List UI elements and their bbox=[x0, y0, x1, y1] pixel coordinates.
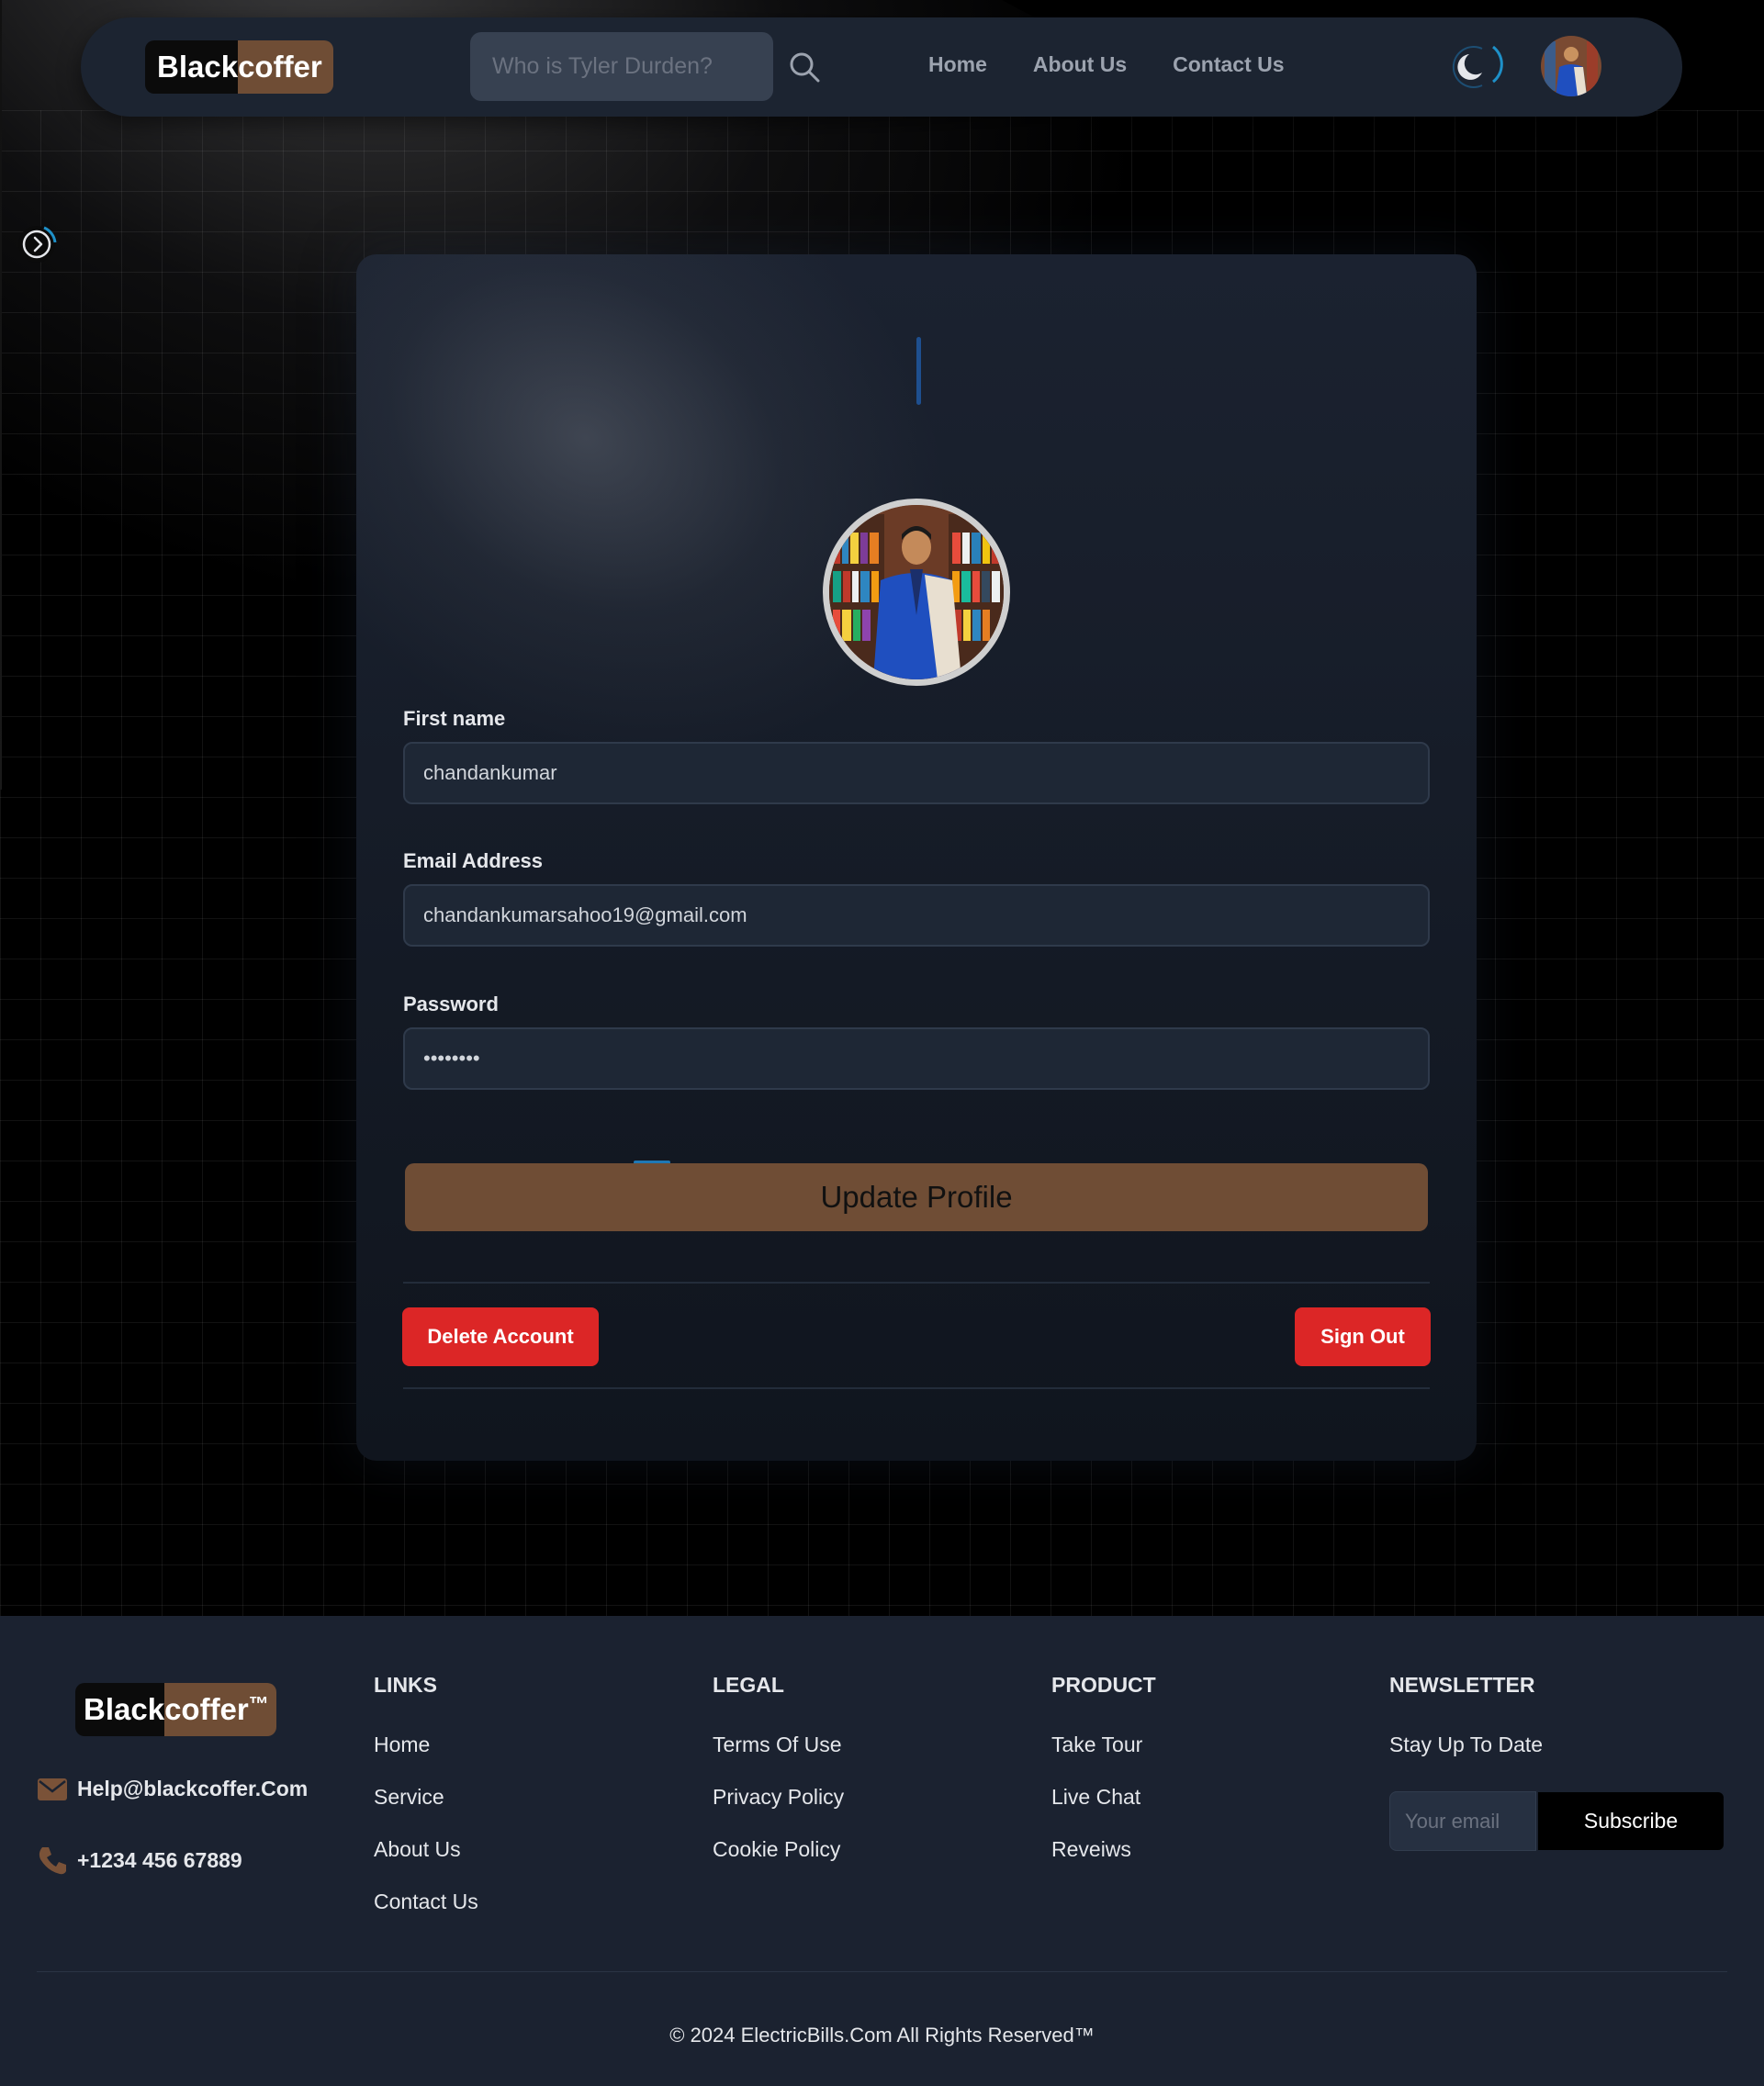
mail-icon bbox=[38, 1778, 67, 1800]
footer-logo-part2: coffer ™ bbox=[164, 1683, 276, 1736]
left-edge-bar bbox=[0, 0, 2, 790]
user-avatar[interactable] bbox=[1541, 36, 1601, 96]
phone-icon bbox=[39, 1847, 66, 1875]
password-label: Password bbox=[403, 993, 499, 1015]
nav-link-home[interactable]: Home bbox=[928, 52, 987, 77]
search-bar bbox=[470, 32, 820, 101]
profile-picture[interactable] bbox=[823, 499, 1010, 686]
email-label: Email Address bbox=[403, 849, 544, 872]
footer-divider bbox=[37, 1971, 1727, 1972]
footer-col-title: PRODUCT bbox=[1051, 1673, 1156, 1697]
nav-link-contact[interactable]: Contact Us bbox=[1173, 52, 1284, 77]
footer: Black coffer ™ Help@blackcoffer.Com +1234… bbox=[0, 1616, 1764, 2086]
footer-email: Help@blackcoffer.Com bbox=[77, 1777, 309, 1800]
footer-link-terms[interactable]: Terms Of Use bbox=[713, 1733, 844, 1785]
footer-link-home[interactable]: Home bbox=[374, 1733, 478, 1785]
theme-toggle[interactable] bbox=[1445, 41, 1506, 93]
nav-link-about[interactable]: About Us bbox=[1033, 52, 1127, 77]
newsletter-email-input[interactable] bbox=[1389, 1791, 1536, 1851]
footer-logo-part1: Black bbox=[75, 1683, 165, 1736]
brand-logo-part2: coffer bbox=[238, 40, 333, 94]
footer-link-chat[interactable]: Live Chat bbox=[1051, 1785, 1156, 1837]
search-input[interactable] bbox=[492, 53, 788, 80]
sidebar-toggle-button[interactable] bbox=[17, 222, 61, 266]
divider-bottom bbox=[403, 1387, 1430, 1389]
first-name-label: First name bbox=[403, 707, 506, 730]
footer-link-tour[interactable]: Take Tour bbox=[1051, 1733, 1156, 1785]
update-profile-button[interactable]: Update Profile bbox=[405, 1163, 1428, 1231]
chevron-right-icon bbox=[18, 226, 57, 263]
footer-phone-row[interactable]: +1234 456 67889 bbox=[37, 1845, 242, 1876]
footer-link-service[interactable]: Service bbox=[374, 1785, 478, 1837]
delete-account-button[interactable]: Delete Account bbox=[402, 1307, 599, 1366]
footer-col-title: LINKS bbox=[374, 1673, 437, 1697]
loading-indicator bbox=[916, 337, 921, 405]
footer-link-reviews[interactable]: Reveiws bbox=[1051, 1837, 1156, 1890]
password-input[interactable] bbox=[423, 1047, 1410, 1071]
email-field bbox=[403, 884, 1430, 947]
footer-email-row[interactable]: Help@blackcoffer.Com bbox=[37, 1777, 308, 1801]
footer-logo-part2-text: coffer bbox=[164, 1692, 249, 1726]
newsletter-form: Subscribe bbox=[1389, 1791, 1724, 1851]
footer-col-title: LEGAL bbox=[713, 1673, 784, 1697]
copyright-text: © 2024 ElectricBills.Com All Rights Rese… bbox=[669, 2024, 1095, 2047]
footer-link-about[interactable]: About Us bbox=[374, 1837, 478, 1890]
footer-link-privacy[interactable]: Privacy Policy bbox=[713, 1785, 844, 1837]
footer-col-legal: LEGAL Terms Of Use Privacy Policy Cookie… bbox=[713, 1673, 844, 1890]
brand-logo-part1: Black bbox=[145, 40, 239, 94]
footer-col-links: LINKS Home Service About Us Contact Us bbox=[374, 1673, 478, 1942]
search-icon[interactable] bbox=[788, 50, 821, 84]
first-name-field bbox=[403, 742, 1430, 804]
divider-top bbox=[403, 1282, 1430, 1284]
footer-logo[interactable]: Black coffer ™ bbox=[75, 1683, 276, 1736]
email-input[interactable] bbox=[423, 903, 1410, 927]
footer-logo-tm: ™ bbox=[248, 1692, 269, 1715]
footer-link-contact[interactable]: Contact Us bbox=[374, 1890, 478, 1942]
brand-logo[interactable]: Black coffer bbox=[145, 40, 333, 94]
first-name-input[interactable] bbox=[423, 761, 1410, 785]
sign-out-button[interactable]: Sign Out bbox=[1295, 1307, 1431, 1366]
footer-phone: +1234 456 67889 bbox=[77, 1847, 242, 1872]
subscribe-button[interactable]: Subscribe bbox=[1538, 1792, 1724, 1850]
profile-card: First name Email Address Password Update… bbox=[356, 254, 1477, 1461]
footer-col-newsletter: NEWSLETTER Stay Up To Date bbox=[1389, 1673, 1543, 1785]
moon-icon bbox=[1452, 45, 1503, 88]
navbar: Black coffer Home About Us Contact Us bbox=[81, 17, 1682, 117]
footer-col-product: PRODUCT Take Tour Live Chat Reveiws bbox=[1051, 1673, 1156, 1890]
nav-links: Home About Us Contact Us bbox=[928, 52, 1285, 77]
newsletter-subtitle: Stay Up To Date bbox=[1389, 1733, 1544, 1756]
password-field bbox=[403, 1027, 1430, 1090]
newsletter-title: NEWSLETTER bbox=[1389, 1673, 1535, 1697]
footer-link-cookie[interactable]: Cookie Policy bbox=[713, 1837, 844, 1890]
